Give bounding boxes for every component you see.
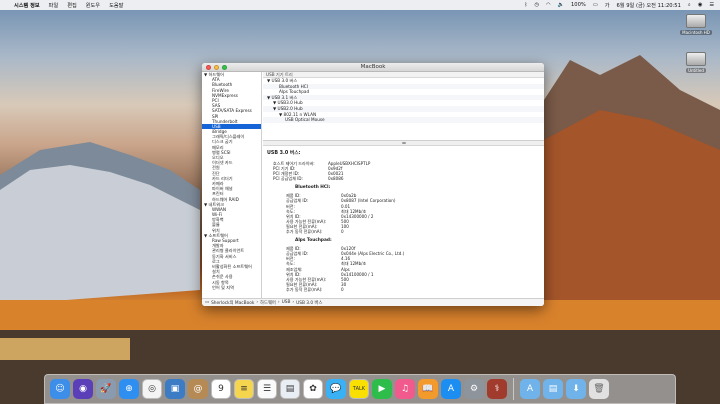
hard-drive-icon bbox=[686, 14, 706, 28]
reminders-icon[interactable]: ☰ bbox=[257, 379, 277, 399]
info-value: 0 bbox=[341, 229, 344, 235]
documents-folder-icon[interactable]: ▤ bbox=[543, 379, 563, 399]
menu-bar: 시스템 정보 파일 편집 윈도우 도움말 ᛒ ◷ ◠ 🔈 100% ▭ 가 6월… bbox=[0, 0, 720, 10]
system-preferences-icon[interactable]: ⚙ bbox=[464, 379, 484, 399]
close-button[interactable] bbox=[206, 65, 211, 70]
info-value: 0 bbox=[341, 286, 344, 292]
detail-title: USB 3.0 버스: bbox=[267, 151, 301, 156]
kakaotalk-icon[interactable]: TALK bbox=[349, 379, 369, 399]
device-heading: Alps Touchpad: bbox=[295, 238, 332, 244]
status-area: ᛒ ◷ ◠ 🔈 100% ▭ 가 6월 9일 (금) 오전 11:20:51 ⌕… bbox=[524, 2, 714, 9]
dock-separator bbox=[513, 378, 514, 400]
messages-icon[interactable]: 💬 bbox=[326, 379, 346, 399]
content-pane: USB 기기 트리 ▼ USB 3.0 버스 Bluetooth HCI Alps … bbox=[263, 72, 544, 298]
volume-icon[interactable]: 🔈 bbox=[558, 2, 564, 8]
path-separator-icon: › bbox=[292, 300, 295, 305]
device-heading: Bluetooth HCI: bbox=[295, 185, 331, 191]
ibooks-icon[interactable]: 📖 bbox=[418, 379, 438, 399]
path-separator-icon: › bbox=[256, 300, 259, 305]
tree-row[interactable]: USB Optical Mouse bbox=[263, 117, 544, 123]
path-item[interactable]: Sherlock의 MacBook bbox=[211, 300, 254, 306]
time-machine-icon[interactable]: ◷ bbox=[534, 2, 539, 8]
clock[interactable]: 6월 9일 (금) 오전 11:20:51 bbox=[617, 2, 681, 9]
info-key: 추가 동작 전류(mA): bbox=[286, 229, 323, 235]
menu-app-name[interactable]: 시스템 정보 bbox=[14, 2, 40, 9]
wifi-icon[interactable]: ◠ bbox=[546, 2, 551, 8]
info-key: PCI 공급업체 ID: bbox=[273, 176, 303, 182]
app-store-icon[interactable]: A bbox=[441, 379, 461, 399]
window-title: MacBook bbox=[360, 64, 386, 70]
desktop-disk-untitled[interactable]: Untitled bbox=[683, 52, 709, 73]
info-row: 추가 동작 전류(mA): 0 bbox=[267, 287, 540, 292]
battery-percent[interactable]: 100% bbox=[571, 2, 586, 8]
info-row: PCI 공급업체 ID: 0x8086 bbox=[267, 176, 540, 181]
menu-help[interactable]: 도움말 bbox=[109, 2, 123, 9]
safari-icon[interactable]: ⊕ bbox=[119, 379, 139, 399]
preview-icon[interactable]: ▤ bbox=[280, 379, 300, 399]
path-item[interactable]: USB 3.0 버스 bbox=[296, 300, 322, 306]
launchpad-icon[interactable]: 🚀 bbox=[96, 379, 116, 399]
computer-icon: ▭ bbox=[205, 300, 210, 305]
downloads-folder-icon[interactable]: ⬇ bbox=[566, 379, 586, 399]
info-key: 추가 동작 전류(mA): bbox=[286, 286, 323, 292]
menu-window[interactable]: 윈도우 bbox=[86, 2, 100, 9]
notification-center-icon[interactable]: ☰ bbox=[709, 2, 714, 8]
desktop-disk-macintosh-hd[interactable]: Macintosh HD bbox=[680, 14, 712, 35]
finder-icon[interactable]: ☺ bbox=[50, 379, 70, 399]
bluetooth-icon[interactable]: ᛒ bbox=[524, 2, 527, 8]
photo-viewer-icon[interactable]: ▣ bbox=[165, 379, 185, 399]
menu-edit[interactable]: 편집 bbox=[67, 2, 77, 9]
path-item[interactable]: USB bbox=[282, 300, 291, 305]
notes-icon[interactable]: ≡ bbox=[234, 379, 254, 399]
info-value: 0x044e (Alps Electric Co., Ltd.) bbox=[341, 251, 405, 257]
trash-icon[interactable]: 🗑 bbox=[589, 379, 609, 399]
minimize-button[interactable] bbox=[214, 65, 219, 70]
hard-drive-icon bbox=[686, 52, 706, 66]
usb-device-tree: USB 기기 트리 ▼ USB 3.0 버스 Bluetooth HCI Alps … bbox=[263, 72, 544, 141]
siri-icon[interactable]: ◉ bbox=[73, 379, 93, 399]
contacts-icon[interactable]: @ bbox=[188, 379, 208, 399]
dock: ☺ ◉ 🚀 ⊕ ◎ ▣ @9 ≡ ☰ ▤ ✿ 💬 TALK ▶ ♫ 📖 A ⚙ ⚕ A ▤ ⬇ 🗑 bbox=[44, 374, 676, 404]
sidebar: ▼ 하드웨어 ATA Bluetooth FireWire NVMExpress PCI S… bbox=[202, 72, 262, 298]
calendar-icon[interactable]: 9 bbox=[211, 379, 231, 399]
applications-folder-icon[interactable]: A bbox=[520, 379, 540, 399]
detail-pane: USB 3.0 버스: 호스트 제어기 드라이버: AppleUSBXHCISPT… bbox=[263, 146, 544, 292]
path-bar: ▭ Sherlock의 MacBook › 하드웨어 › USB › USB 3.0 버스 bbox=[202, 298, 544, 306]
info-row: 추가 동작 전류(mA): 0 bbox=[267, 229, 540, 234]
search-icon[interactable]: ⌕ bbox=[688, 2, 691, 9]
itunes-icon[interactable]: ♫ bbox=[395, 379, 415, 399]
system-information-icon[interactable]: ⚕ bbox=[487, 379, 507, 399]
path-item[interactable]: 하드웨어 bbox=[260, 300, 276, 306]
info-value: 0x8086 bbox=[328, 176, 344, 182]
siri-menu-icon[interactable]: ◉ bbox=[698, 2, 703, 8]
sidebar-item[interactable]: 언어 및 지역 bbox=[202, 285, 261, 290]
system-information-window: MacBook ▼ 하드웨어 ATA Bluetooth FireWire NVMExp… bbox=[202, 63, 544, 306]
path-separator-icon: › bbox=[277, 300, 280, 305]
zoom-button[interactable] bbox=[222, 65, 227, 70]
battery-icon[interactable]: ▭ bbox=[593, 2, 598, 8]
window-titlebar[interactable]: MacBook bbox=[202, 63, 544, 72]
photos-icon[interactable]: ✿ bbox=[303, 379, 323, 399]
menu-file[interactable]: 파일 bbox=[49, 2, 59, 9]
input-source-icon[interactable]: 가 bbox=[605, 2, 610, 9]
chrome-icon[interactable]: ◎ bbox=[142, 379, 162, 399]
facetime-icon[interactable]: ▶ bbox=[372, 379, 392, 399]
